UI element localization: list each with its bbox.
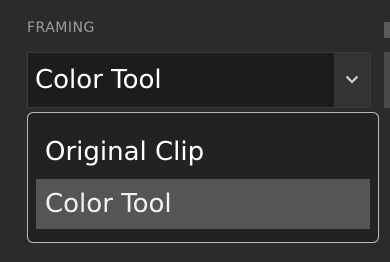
adjacent-panel-edge <box>384 52 390 108</box>
framing-select[interactable]: Color Tool <box>27 52 371 108</box>
chevron-down-icon <box>345 75 359 84</box>
framing-panel: FRAMING Color Tool Original Clip Color T… <box>0 0 390 262</box>
framing-section-label: FRAMING <box>27 20 95 36</box>
option-original-clip[interactable]: Original Clip <box>36 127 370 177</box>
framing-select-value: Color Tool <box>35 65 162 95</box>
framing-options-list: Original Clip Color Tool <box>27 112 379 243</box>
adjacent-panel-edge <box>384 22 390 38</box>
dropdown-toggle-button[interactable] <box>334 53 370 107</box>
option-color-tool[interactable]: Color Tool <box>36 179 370 229</box>
